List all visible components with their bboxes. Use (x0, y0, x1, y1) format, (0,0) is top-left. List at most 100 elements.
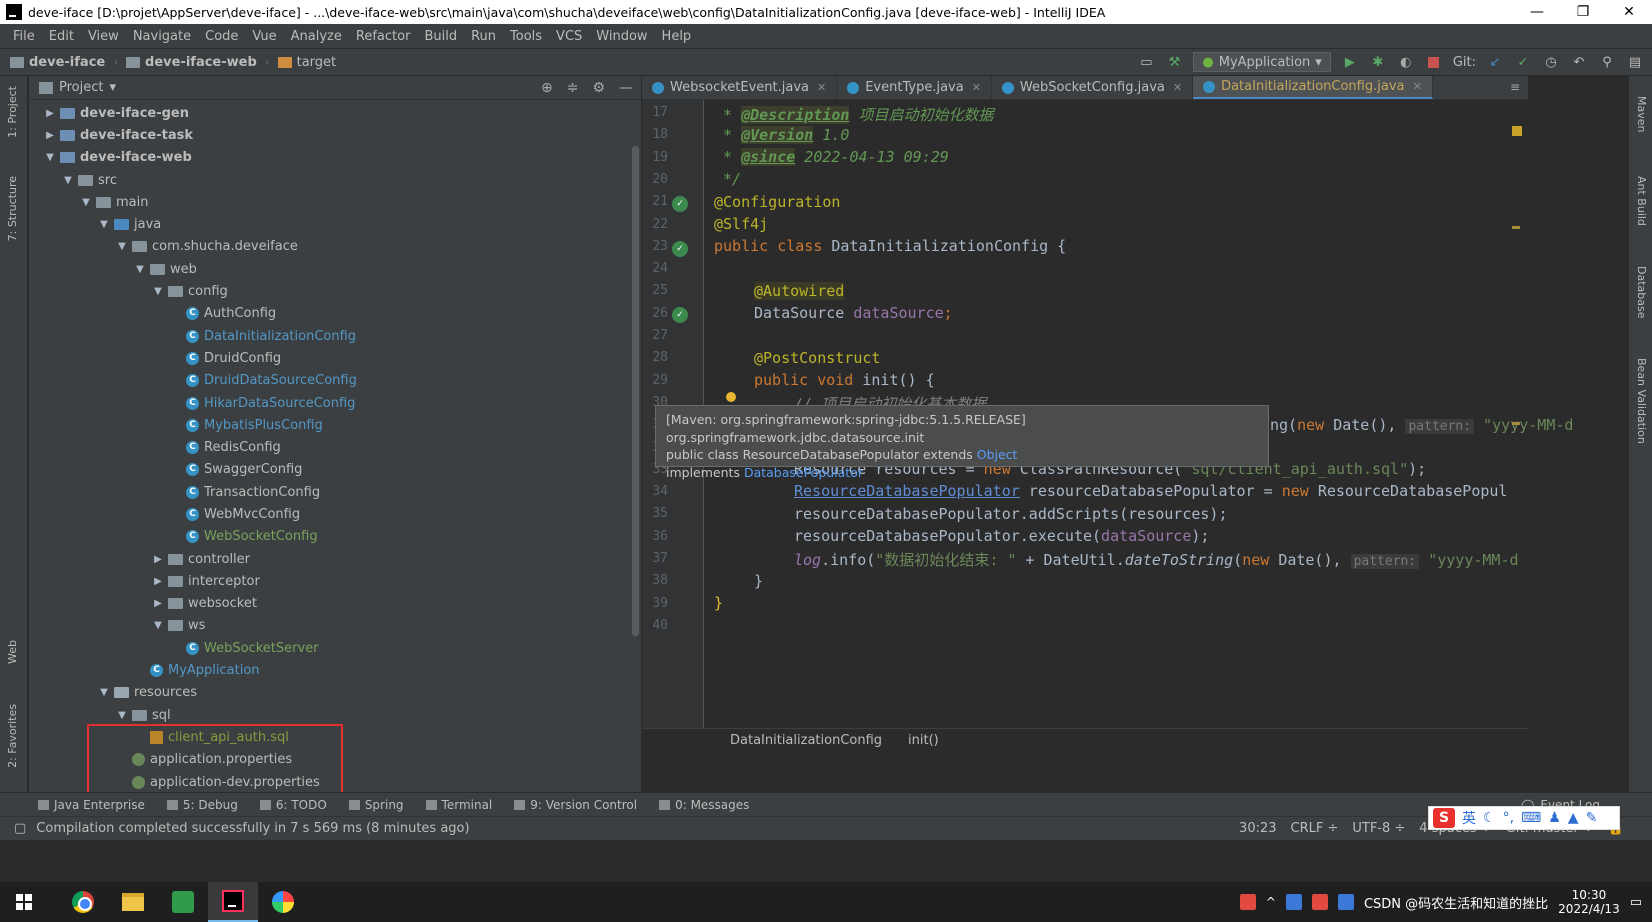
tree-node[interactable]: ▶ deve-iface-task (29, 124, 641, 146)
build-hammer-icon[interactable]: ⚒ (1165, 53, 1183, 71)
sogou-tray-icon[interactable] (1239, 894, 1256, 910)
hide-icon[interactable]: — (619, 80, 633, 96)
status-toggle-icon[interactable]: ▢ (14, 821, 26, 836)
menu-navigate[interactable]: Navigate (126, 29, 198, 44)
menu-tools[interactable]: Tools (503, 29, 549, 44)
menu-window[interactable]: Window (589, 29, 654, 44)
tab-websocket-config[interactable]: WebSocketConfig.java ✕ (992, 76, 1194, 99)
lightbulb-icon[interactable] (726, 392, 736, 402)
breadcrumb-class[interactable]: DataInitializationConfig (730, 733, 882, 748)
tooltip-link[interactable]: DatabasePopulator (744, 465, 863, 480)
tree-node[interactable]: ▼ sql (29, 704, 641, 726)
moon-icon[interactable]: ☾ (1483, 810, 1496, 826)
tab-event-type[interactable]: EventType.java ✕ (837, 76, 992, 99)
database-tool-tab[interactable]: Database (1635, 266, 1648, 319)
tree-node[interactable]: C WebSocketServer (29, 637, 641, 659)
start-button[interactable] (0, 882, 48, 922)
search-icon[interactable]: ⚲ (1598, 53, 1616, 71)
ant-build-tool-tab[interactable]: Ant Build (1635, 176, 1648, 226)
expanded-arrow-icon[interactable]: ▼ (151, 620, 165, 631)
maximize-button[interactable]: ❐ (1560, 4, 1606, 20)
tree-node[interactable]: C MybatisPlusConfig (29, 414, 641, 436)
collapsed-arrow-icon[interactable]: ▶ (43, 108, 57, 119)
breadcrumb-method[interactable]: init() (908, 733, 939, 748)
collapsed-arrow-icon[interactable]: ▶ (43, 130, 57, 141)
tree-node[interactable]: ▼ web (29, 258, 641, 280)
line-separator[interactable]: CRLF ÷ (1291, 821, 1339, 836)
tool-java-enterprise[interactable]: Java Enterprise (38, 798, 145, 812)
tooltip-link[interactable]: Object (977, 447, 1018, 462)
menu-analyze[interactable]: Analyze (284, 29, 349, 44)
tool-messages[interactable]: 0: Messages (659, 798, 749, 812)
menu-help[interactable]: Help (655, 29, 699, 44)
git-commit-icon[interactable]: ✓ (1514, 53, 1532, 71)
taskbar-intellij[interactable] (208, 882, 258, 922)
collapsed-arrow-icon[interactable]: ▶ (151, 554, 165, 565)
expanded-arrow-icon[interactable]: ▼ (133, 264, 147, 275)
network-tray-icon[interactable] (1285, 894, 1302, 910)
tree-node[interactable]: ▼ deve-iface-web (29, 147, 641, 169)
tree-node[interactable]: C SwaggerConfig (29, 459, 641, 481)
gear-icon[interactable]: ⚙ (592, 80, 605, 96)
bean-gutter-icon[interactable]: ✓ (672, 196, 688, 212)
tree-node[interactable]: ▼ ws (29, 615, 641, 637)
tree-node[interactable]: ▼ com.shucha.deveiface (29, 236, 641, 258)
qq-tray-icon[interactable] (1311, 894, 1328, 910)
coverage-icon[interactable]: ◐ (1397, 53, 1415, 71)
expanded-arrow-icon[interactable]: ▼ (43, 152, 57, 163)
close-icon[interactable]: ✕ (1173, 81, 1182, 94)
close-button[interactable]: ✕ (1606, 4, 1652, 20)
warning-marker-icon[interactable] (1512, 126, 1522, 136)
tabs-menu-icon[interactable]: ≡ (1510, 80, 1520, 94)
bean-gutter-icon[interactable]: ✓ (672, 241, 688, 257)
skin-icon[interactable]: ▲ (1568, 810, 1579, 826)
run-configuration-select[interactable]: ● MyApplication ▾ (1193, 52, 1331, 72)
tree-node[interactable]: C RedisConfig (29, 436, 641, 458)
menu-view[interactable]: View (81, 29, 126, 44)
close-icon[interactable]: ✕ (1412, 80, 1421, 93)
breadcrumb-target[interactable]: target (277, 55, 336, 70)
chevron-up-icon[interactable]: ^ (1266, 895, 1276, 909)
breadcrumb-project[interactable]: deve-iface (10, 55, 105, 70)
menu-file[interactable]: File (6, 29, 42, 44)
tree-node[interactable]: ▶ controller (29, 548, 641, 570)
expanded-arrow-icon[interactable]: ▼ (151, 286, 165, 297)
sogou-logo[interactable]: S (1433, 808, 1455, 828)
project-scrollbar[interactable] (632, 146, 639, 636)
structure-tool-tab[interactable]: 7: Structure (6, 176, 19, 241)
project-panel-title[interactable]: Project (59, 80, 103, 95)
tree-node[interactable]: C DruidConfig (29, 347, 641, 369)
locate-icon[interactable]: ⊕ (541, 80, 553, 96)
tree-node[interactable]: ▼ main (29, 191, 641, 213)
web-tool-tab[interactable]: Web (6, 640, 19, 664)
ime-language-toggle[interactable]: 英 (1462, 808, 1476, 828)
menu-refactor[interactable]: Refactor (349, 29, 418, 44)
tree-node[interactable]: ▼ resources (29, 682, 641, 704)
tree-node[interactable]: ▼ config (29, 280, 641, 302)
tree-node[interactable]: ▼ java (29, 213, 641, 235)
history-icon[interactable]: ◷ (1542, 53, 1560, 71)
close-icon[interactable]: ✕ (817, 81, 826, 94)
keyboard-icon[interactable]: ⌨ (1521, 810, 1541, 826)
run-icon[interactable]: ▶ (1341, 53, 1359, 71)
tool-spring[interactable]: Spring (348, 798, 404, 812)
breadcrumb-module[interactable]: deve-iface-web (126, 55, 257, 70)
taskbar-chrome[interactable] (58, 882, 108, 922)
tree-node[interactable]: C WebSocketConfig (29, 526, 641, 548)
expanded-arrow-icon[interactable]: ▼ (61, 175, 75, 186)
favorites-tool-tab[interactable]: 2: Favorites (6, 704, 19, 768)
close-icon[interactable]: ✕ (972, 81, 981, 94)
tree-node[interactable]: C DataInitializationConfig (29, 325, 641, 347)
maven-tool-tab[interactable]: Maven (1635, 96, 1648, 132)
punctuation-icon[interactable]: °, (1503, 810, 1514, 826)
expanded-arrow-icon[interactable]: ▼ (115, 241, 129, 252)
menu-build[interactable]: Build (417, 29, 464, 44)
expanded-arrow-icon[interactable]: ▼ (115, 710, 129, 721)
tree-node[interactable]: ▼ src (29, 169, 641, 191)
tree-node[interactable]: C MyApplication (29, 659, 641, 681)
menu-run[interactable]: Run (464, 29, 503, 44)
tab-data-initialization-config[interactable]: DataInitializationConfig.java ✕ (1193, 76, 1433, 99)
tree-node[interactable]: C HikarDataSourceConfig (29, 392, 641, 414)
tree-node[interactable]: C TransactionConfig (29, 481, 641, 503)
tree-node[interactable]: C DruidDataSourceConfig (29, 370, 641, 392)
